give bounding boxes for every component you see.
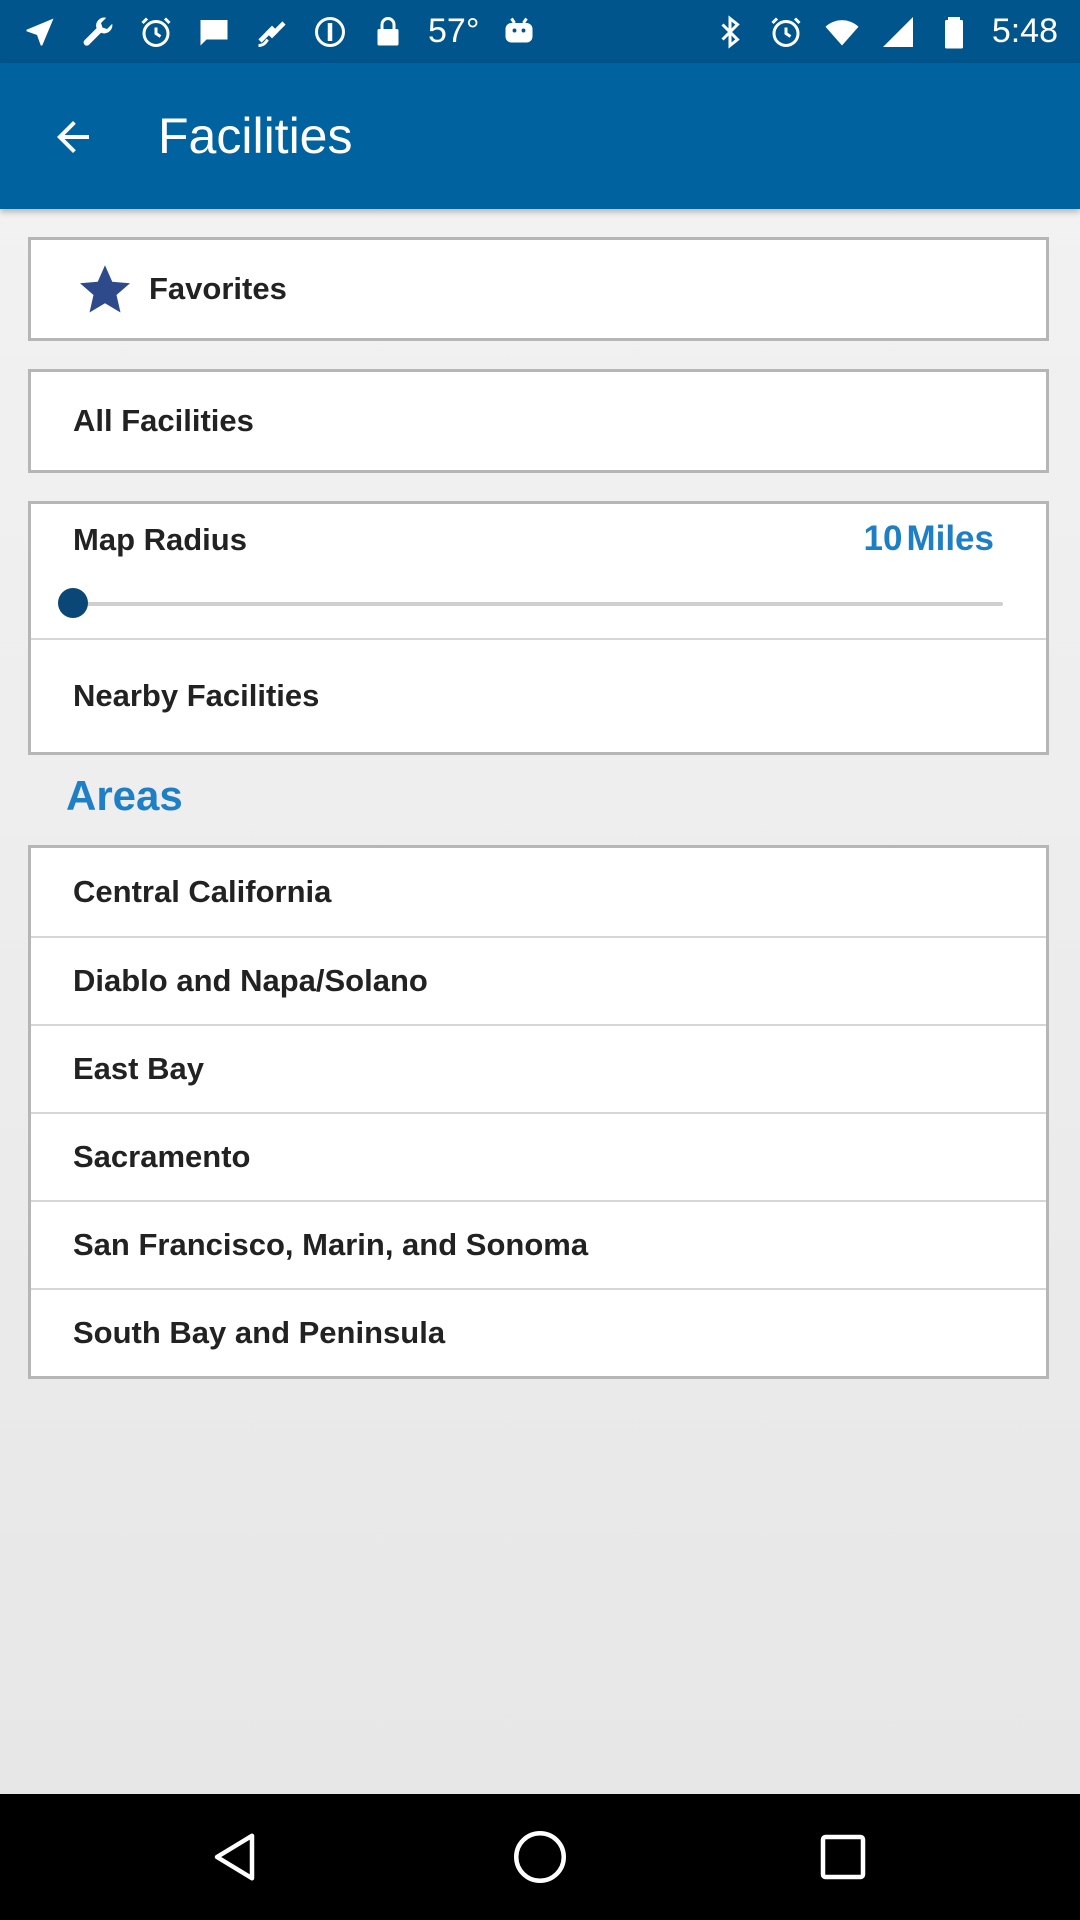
fake-gps-icon bbox=[254, 14, 290, 50]
nearby-facilities-label: Nearby Facilities bbox=[73, 678, 320, 713]
wrench-icon bbox=[80, 14, 116, 50]
nearby-facilities-item[interactable]: Nearby Facilities bbox=[31, 640, 1046, 752]
alarm-icon bbox=[138, 14, 174, 50]
status-bar-left: 57° bbox=[22, 0, 537, 63]
nav-home-button[interactable] bbox=[510, 1827, 570, 1887]
wifi-icon bbox=[824, 14, 860, 50]
android-icon bbox=[501, 14, 537, 50]
map-radius-section: Map Radius 10 Miles bbox=[31, 504, 1046, 640]
navigation-icon bbox=[22, 14, 58, 50]
area-label: East Bay bbox=[73, 1051, 204, 1086]
area-item[interactable]: Sacramento bbox=[31, 1112, 1046, 1200]
clock-text: 5:48 bbox=[991, 12, 1058, 50]
map-radius-label: Map Radius bbox=[73, 522, 247, 557]
star-icon bbox=[80, 265, 130, 313]
page-title: Facilities bbox=[158, 108, 353, 164]
area-label: Sacramento bbox=[73, 1139, 251, 1174]
area-label: San Francisco, Marin, and Sonoma bbox=[73, 1227, 589, 1262]
alarm-icon bbox=[768, 14, 804, 50]
app-bar: Facilities bbox=[0, 63, 1080, 209]
sync-icon bbox=[312, 14, 348, 50]
area-label: Diablo and Napa/Solano bbox=[73, 963, 428, 998]
favorites-card: Favorites bbox=[28, 237, 1049, 341]
home-circle-icon bbox=[514, 1831, 566, 1883]
back-triangle-icon bbox=[214, 1833, 255, 1881]
area-item[interactable]: San Francisco, Marin, and Sonoma bbox=[31, 1200, 1046, 1288]
area-item[interactable]: East Bay bbox=[31, 1024, 1046, 1112]
message-icon bbox=[196, 14, 232, 50]
all-facilities-card: All Facilities bbox=[28, 369, 1049, 473]
area-label: Central California bbox=[73, 874, 332, 909]
battery-icon bbox=[936, 14, 972, 50]
back-button[interactable] bbox=[42, 106, 104, 168]
temperature-text: 57° bbox=[428, 12, 480, 50]
slider-thumb[interactable] bbox=[58, 588, 88, 618]
map-radius-value: 10 Miles bbox=[864, 519, 994, 559]
nav-back-button[interactable] bbox=[207, 1827, 267, 1887]
signal-icon bbox=[880, 14, 916, 50]
status-bar-right: 5:48 bbox=[712, 0, 1058, 63]
status-bar: 57° 5:48 bbox=[0, 0, 1080, 63]
favorites-label: Favorites bbox=[149, 271, 287, 306]
bluetooth-icon bbox=[712, 14, 748, 50]
favorites-item[interactable]: Favorites bbox=[31, 240, 1046, 338]
map-radius-slider[interactable] bbox=[58, 588, 1003, 618]
recents-square-icon bbox=[820, 1834, 866, 1880]
area-label: South Bay and Peninsula bbox=[73, 1315, 446, 1350]
map-radius-unit: Miles bbox=[906, 519, 994, 558]
area-item[interactable]: Diablo and Napa/Solano bbox=[31, 936, 1046, 1024]
lock-icon bbox=[370, 14, 406, 50]
map-radius-number: 10 bbox=[863, 519, 903, 558]
arrow-left-icon bbox=[57, 121, 89, 153]
system-nav-bar bbox=[0, 1794, 1080, 1920]
all-facilities-item[interactable]: All Facilities bbox=[31, 372, 1046, 470]
areas-heading: Areas bbox=[66, 772, 183, 819]
all-facilities-label: All Facilities bbox=[73, 403, 254, 438]
nav-recents-button[interactable] bbox=[813, 1827, 873, 1887]
areas-card: Central California Diablo and Napa/Solan… bbox=[28, 845, 1049, 1379]
map-radius-card: Map Radius 10 Miles Nearby Facilities bbox=[28, 501, 1049, 755]
area-item[interactable]: Central California bbox=[31, 848, 1046, 936]
area-item[interactable]: South Bay and Peninsula bbox=[31, 1288, 1046, 1376]
slider-track bbox=[73, 602, 1003, 606]
